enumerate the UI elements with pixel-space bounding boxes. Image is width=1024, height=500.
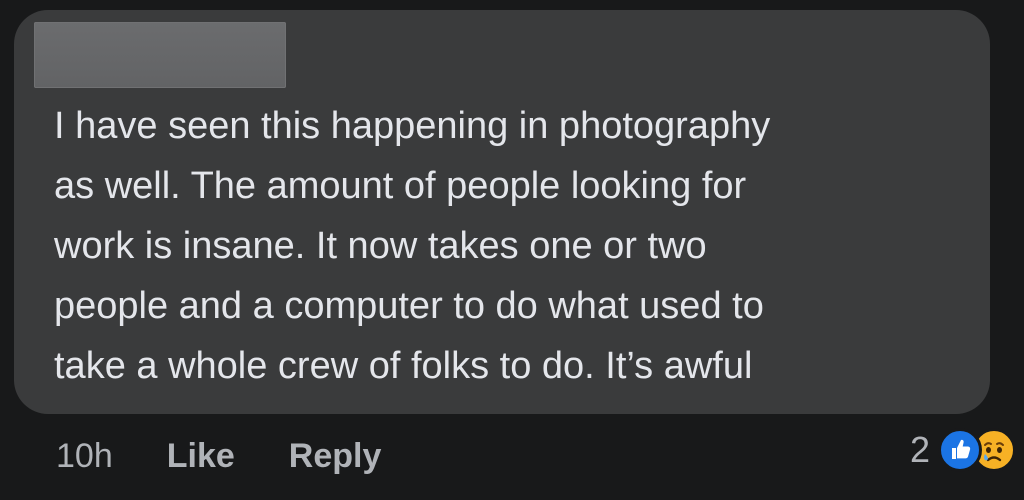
comment-bubble: I have seen this happening in photograph… — [14, 10, 990, 414]
comment-timestamp[interactable]: 10h — [56, 437, 113, 476]
reply-button[interactable]: Reply — [289, 437, 382, 476]
reaction-count: 2 — [909, 429, 930, 470]
comment-text: I have seen this happening in photograph… — [54, 105, 771, 387]
reactions-summary[interactable]: 2 — [910, 420, 1016, 480]
comment-actions: 10h Like Reply — [56, 428, 435, 484]
redacted-author-name — [34, 22, 286, 88]
like-button[interactable]: Like — [167, 437, 235, 476]
comment-screen: I have seen this happening in photograph… — [0, 0, 1024, 500]
like-icon — [938, 428, 982, 472]
